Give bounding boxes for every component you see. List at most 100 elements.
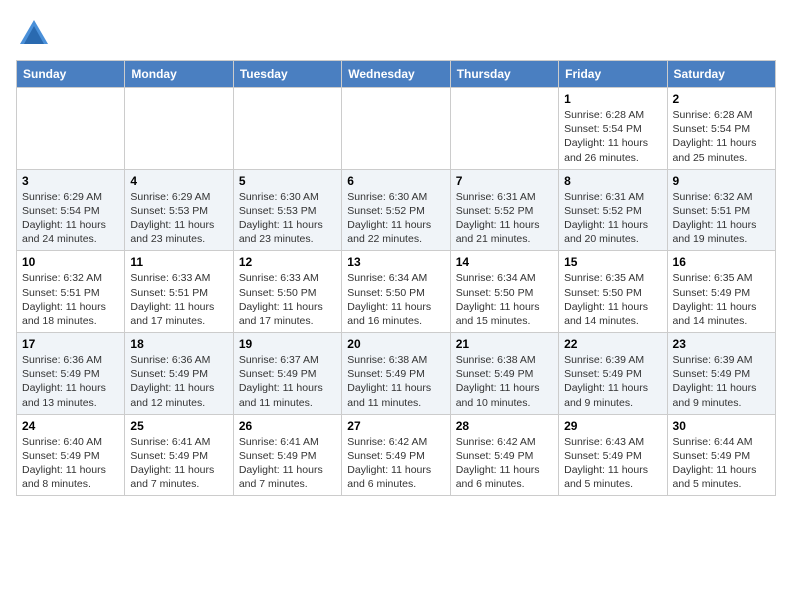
day-info: Sunrise: 6:30 AM Sunset: 5:52 PM Dayligh… bbox=[347, 190, 444, 247]
day-info: Sunrise: 6:39 AM Sunset: 5:49 PM Dayligh… bbox=[673, 353, 770, 410]
day-number: 23 bbox=[673, 337, 770, 351]
day-info: Sunrise: 6:39 AM Sunset: 5:49 PM Dayligh… bbox=[564, 353, 661, 410]
day-number: 13 bbox=[347, 255, 444, 269]
day-number: 4 bbox=[130, 174, 227, 188]
calendar-cell: 12Sunrise: 6:33 AM Sunset: 5:50 PM Dayli… bbox=[233, 251, 341, 333]
day-number: 26 bbox=[239, 419, 336, 433]
calendar-cell: 22 Sunrise: 6:39 AM Sunset: 5:49 PM Dayli… bbox=[559, 333, 667, 415]
calendar-cell: 17 Sunrise: 6:36 AM Sunset: 5:49 PM Dayli… bbox=[17, 333, 125, 415]
day-number: 1 bbox=[564, 92, 661, 106]
day-info: Sunrise: 6:41 AM Sunset: 5:49 PM Dayligh… bbox=[239, 435, 336, 492]
page-header bbox=[16, 16, 776, 52]
calendar-cell bbox=[125, 88, 233, 170]
day-number: 16 bbox=[673, 255, 770, 269]
calendar-cell: 15 Sunrise: 6:35 AM Sunset: 5:50 PM Dayli… bbox=[559, 251, 667, 333]
day-info: Sunrise: 6:34 AM Sunset: 5:50 PM Dayligh… bbox=[456, 271, 553, 328]
day-info: Sunrise: 6:28 AM Sunset: 5:54 PM Dayligh… bbox=[673, 108, 770, 165]
day-number: 6 bbox=[347, 174, 444, 188]
calendar-cell: 1Sunrise: 6:28 AM Sunset: 5:54 PM Daylig… bbox=[559, 88, 667, 170]
day-info: Sunrise: 6:35 AM Sunset: 5:49 PM Dayligh… bbox=[673, 271, 770, 328]
calendar-week-1: 1 Sunrise: 6:28 AM Sunset: 5:54 PM Daylig… bbox=[17, 88, 776, 170]
day-info: Sunrise: 6:37 AM Sunset: 5:49 PM Dayligh… bbox=[239, 353, 336, 410]
calendar-cell: 5 Sunrise: 6:30 AM Sunset: 5:53 PM Daylig… bbox=[233, 169, 341, 251]
calendar-cell: 28 Sunrise: 6:42 AM Sunset: 5:49 PM Dayli… bbox=[450, 414, 558, 496]
day-number: 30 bbox=[673, 419, 770, 433]
calendar-cell: 16 Sunrise: 6:35 AM Sunset: 5:49 PM Dayli… bbox=[667, 251, 775, 333]
calendar-week-3: 10Sunrise: 6:32 AM Sunset: 5:51 PM Dayli… bbox=[17, 251, 776, 333]
day-info: Sunrise: 6:35 AM Sunset: 5:50 PM Dayligh… bbox=[564, 271, 661, 328]
day-number: 27 bbox=[347, 419, 444, 433]
calendar-cell: 23 Sunrise: 6:39 AM Sunset: 5:49 PM Dayli… bbox=[667, 333, 775, 415]
header-thursday: Thursday bbox=[450, 61, 558, 88]
day-info: Sunrise: 6:29 AM Sunset: 5:54 PM Dayligh… bbox=[22, 190, 119, 247]
calendar-cell: 25 Sunrise: 6:41 AM Sunset: 5:49 PM Dayli… bbox=[125, 414, 233, 496]
calendar-cell bbox=[342, 88, 450, 170]
header-monday: Monday bbox=[125, 61, 233, 88]
calendar-cell bbox=[17, 88, 125, 170]
header-wednesday: Wednesday bbox=[342, 61, 450, 88]
day-info: Sunrise: 6:44 AM Sunset: 5:49 PM Dayligh… bbox=[673, 435, 770, 492]
day-number: 10 bbox=[22, 255, 119, 269]
day-info: Sunrise: 6:36 AM Sunset: 5:49 PM Dayligh… bbox=[22, 353, 119, 410]
logo bbox=[16, 16, 56, 52]
calendar-cell bbox=[233, 88, 341, 170]
calendar-week-4: 17 Sunrise: 6:36 AM Sunset: 5:49 PM Dayli… bbox=[17, 333, 776, 415]
calendar: SundayMondayTuesdayWednesdayThursdayFrid… bbox=[16, 60, 776, 496]
calendar-cell: 10Sunrise: 6:32 AM Sunset: 5:51 PM Dayli… bbox=[17, 251, 125, 333]
calendar-cell: 21 Sunrise: 6:38 AM Sunset: 5:49 PM Dayli… bbox=[450, 333, 558, 415]
header-friday: Friday bbox=[559, 61, 667, 88]
calendar-cell: 24 Sunrise: 6:40 AM Sunset: 5:49 PM Dayli… bbox=[17, 414, 125, 496]
calendar-cell: 29 Sunrise: 6:43 AM Sunset: 5:49 PM Dayli… bbox=[559, 414, 667, 496]
calendar-cell: 13Sunrise: 6:34 AM Sunset: 5:50 PM Dayli… bbox=[342, 251, 450, 333]
day-info: Sunrise: 6:42 AM Sunset: 5:49 PM Dayligh… bbox=[456, 435, 553, 492]
day-info: Sunrise: 6:38 AM Sunset: 5:49 PM Dayligh… bbox=[456, 353, 553, 410]
calendar-cell: 4 Sunrise: 6:29 AM Sunset: 5:53 PM Daylig… bbox=[125, 169, 233, 251]
calendar-header-row: SundayMondayTuesdayWednesdayThursdayFrid… bbox=[17, 61, 776, 88]
calendar-week-2: 3 Sunrise: 6:29 AM Sunset: 5:54 PM Daylig… bbox=[17, 169, 776, 251]
day-number: 12 bbox=[239, 255, 336, 269]
calendar-cell: 18Sunrise: 6:36 AM Sunset: 5:49 PM Dayli… bbox=[125, 333, 233, 415]
day-number: 19 bbox=[239, 337, 336, 351]
day-info: Sunrise: 6:32 AM Sunset: 5:51 PM Dayligh… bbox=[673, 190, 770, 247]
day-info: Sunrise: 6:31 AM Sunset: 5:52 PM Dayligh… bbox=[564, 190, 661, 247]
calendar-cell: 9 Sunrise: 6:32 AM Sunset: 5:51 PM Daylig… bbox=[667, 169, 775, 251]
day-number: 29 bbox=[564, 419, 661, 433]
day-info: Sunrise: 6:33 AM Sunset: 5:51 PM Dayligh… bbox=[130, 271, 227, 328]
calendar-cell: 3 Sunrise: 6:29 AM Sunset: 5:54 PM Daylig… bbox=[17, 169, 125, 251]
day-info: Sunrise: 6:42 AM Sunset: 5:49 PM Dayligh… bbox=[347, 435, 444, 492]
day-number: 11 bbox=[130, 255, 227, 269]
day-number: 21 bbox=[456, 337, 553, 351]
header-sunday: Sunday bbox=[17, 61, 125, 88]
header-tuesday: Tuesday bbox=[233, 61, 341, 88]
day-info: Sunrise: 6:29 AM Sunset: 5:53 PM Dayligh… bbox=[130, 190, 227, 247]
calendar-cell: 26 Sunrise: 6:41 AM Sunset: 5:49 PM Dayli… bbox=[233, 414, 341, 496]
calendar-cell: 14Sunrise: 6:34 AM Sunset: 5:50 PM Dayli… bbox=[450, 251, 558, 333]
day-info: Sunrise: 6:38 AM Sunset: 5:49 PM Dayligh… bbox=[347, 353, 444, 410]
day-number: 24 bbox=[22, 419, 119, 433]
calendar-cell: 2 Sunrise: 6:28 AM Sunset: 5:54 PM Daylig… bbox=[667, 88, 775, 170]
day-info: Sunrise: 6:40 AM Sunset: 5:49 PM Dayligh… bbox=[22, 435, 119, 492]
day-number: 28 bbox=[456, 419, 553, 433]
logo-icon bbox=[16, 16, 52, 52]
day-number: 5 bbox=[239, 174, 336, 188]
day-info: Sunrise: 6:30 AM Sunset: 5:53 PM Dayligh… bbox=[239, 190, 336, 247]
calendar-cell: 20 Sunrise: 6:38 AM Sunset: 5:49 PM Dayli… bbox=[342, 333, 450, 415]
day-number: 7 bbox=[456, 174, 553, 188]
header-saturday: Saturday bbox=[667, 61, 775, 88]
day-number: 9 bbox=[673, 174, 770, 188]
calendar-cell: 19 Sunrise: 6:37 AM Sunset: 5:49 PM Dayli… bbox=[233, 333, 341, 415]
calendar-cell bbox=[450, 88, 558, 170]
calendar-cell: 30 Sunrise: 6:44 AM Sunset: 5:49 PM Dayli… bbox=[667, 414, 775, 496]
day-number: 3 bbox=[22, 174, 119, 188]
day-number: 17 bbox=[22, 337, 119, 351]
day-info: Sunrise: 6:41 AM Sunset: 5:49 PM Dayligh… bbox=[130, 435, 227, 492]
day-number: 25 bbox=[130, 419, 227, 433]
calendar-cell: 6 Sunrise: 6:30 AM Sunset: 5:52 PM Daylig… bbox=[342, 169, 450, 251]
calendar-cell: 11 Sunrise: 6:33 AM Sunset: 5:51 PM Dayli… bbox=[125, 251, 233, 333]
day-number: 22 bbox=[564, 337, 661, 351]
day-number: 15 bbox=[564, 255, 661, 269]
day-number: 2 bbox=[673, 92, 770, 106]
day-number: 20 bbox=[347, 337, 444, 351]
day-info: Sunrise: 6:43 AM Sunset: 5:49 PM Dayligh… bbox=[564, 435, 661, 492]
calendar-cell: 7Sunrise: 6:31 AM Sunset: 5:52 PM Daylig… bbox=[450, 169, 558, 251]
